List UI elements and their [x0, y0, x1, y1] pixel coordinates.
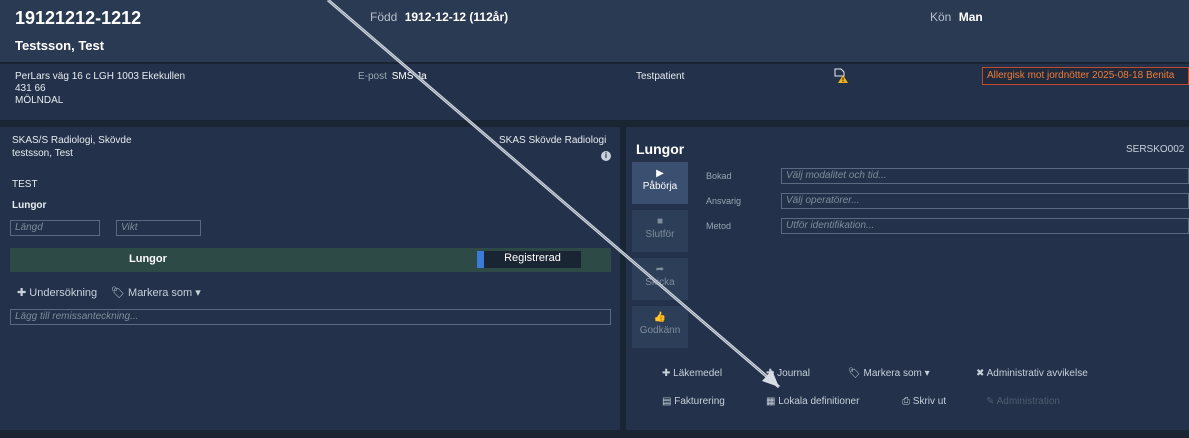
responsible-label: Ansvarig [706, 196, 742, 206]
admin-deviation-button[interactable]: ✖ Administrativ avvikelse [976, 368, 1088, 379]
status-badge: Registrerad [477, 251, 581, 268]
local-definitions-button[interactable]: ▦ Lokala definitioner [766, 396, 859, 407]
caret-down-icon: ▾ [924, 368, 930, 379]
send-button[interactable]: ➦ Skicka [632, 258, 688, 300]
operators-field[interactable]: Välj operatörer... [781, 193, 1189, 209]
exam-heading: Lungor [12, 200, 47, 211]
birth-date: Född 1912-12-12 (112år) [370, 10, 508, 24]
exam-panel: Lungor SERSKO002 ▶ Påbörja ■ Slutför ➦ Skic… [626, 127, 1189, 430]
identification-field[interactable]: Utför identifikation... [781, 218, 1189, 234]
referral-panel: SKAS/S Radiologi, Skövde testsson, Test … [0, 127, 620, 430]
billing-icon: ▤ [662, 396, 672, 407]
admin-deviation-label: Administrativ avvikelse [986, 368, 1088, 379]
method-label: Metod [706, 221, 732, 231]
gender: Kön Man [930, 10, 983, 24]
modality-time-field[interactable]: Välj modalitet och tid... [781, 168, 1189, 184]
journal-button[interactable]: ✚ Journal [766, 368, 810, 379]
referral-text: TEST [12, 179, 38, 190]
billing-button[interactable]: ▤ Fakturering [662, 396, 725, 407]
plus-icon: ✚ [662, 368, 671, 379]
start-label: Påbörja [642, 181, 678, 192]
stop-icon: ■ [656, 216, 664, 227]
booked-label: Bokad [706, 171, 732, 181]
info-icon[interactable]: i [601, 151, 611, 161]
warning-document-icon[interactable] [833, 68, 849, 84]
plus-icon: ✚ [17, 287, 27, 299]
allergy-warning[interactable]: Allergisk mot jordnötter 2025-08-18 Beni… [982, 67, 1189, 85]
patient-address: PerLars väg 16 c LGH 1003 Ekekullen 431 … [15, 71, 185, 107]
administration-label: Administration [996, 396, 1060, 407]
contact-preferences: E-post SMS Ja [358, 71, 427, 82]
sms-label: SMS Ja [391, 71, 427, 82]
share-icon: ➦ [655, 264, 665, 275]
address-city: MÖLNDAL [15, 95, 64, 106]
height-input[interactable]: Längd [10, 220, 100, 236]
patient-header: 19121212-1212 Testsson, Test Född 1912-1… [0, 0, 1189, 62]
performing-clinic: SKAS Skövde Radiologi [499, 135, 607, 146]
weight-input[interactable]: Vikt [116, 220, 201, 236]
mark-as-label: Markera som [128, 287, 193, 299]
email-label: E-post [358, 71, 387, 82]
edit-icon: ✎ [986, 396, 995, 407]
mark-as-right-label: Markera som [863, 368, 922, 379]
referring-clinic: SKAS/S Radiologi, Skövde [12, 135, 132, 146]
add-examination-label: Undersökning [29, 287, 98, 299]
play-icon: ▶ [656, 168, 664, 179]
medication-label: Läkemedel [673, 368, 723, 379]
add-examination-button[interactable]: ✚ Undersökning [17, 286, 97, 299]
testpatient-label: Testpatient [636, 71, 685, 82]
billing-label: Fakturering [674, 396, 725, 407]
caret-down-icon: ▾ [195, 287, 201, 299]
print-icon: ⎙ [902, 396, 910, 407]
gender-label: Kön [930, 10, 952, 24]
print-button[interactable]: ⎙ Skriv ut [902, 396, 946, 407]
start-button[interactable]: ▶ Påbörja [632, 162, 688, 204]
referral-patient-name: testsson, Test [12, 148, 73, 159]
birth-label: Född [370, 10, 398, 24]
journal-label: Journal [777, 368, 810, 379]
patient-name: Testsson, Test [15, 38, 105, 53]
gender-value: Man [958, 10, 983, 24]
tag-icon: 🏷 [111, 287, 125, 299]
mark-as-dropdown-right[interactable]: 🏷 Markera som ▾ [848, 368, 930, 379]
referral-note-input[interactable]: Lägg till remissanteckning... [10, 309, 611, 325]
tag-icon: 🏷 [848, 368, 861, 379]
exam-row[interactable]: Lungor Registrerad [10, 248, 611, 272]
finish-label: Slutför [645, 229, 675, 240]
plus-icon: ✚ [766, 368, 775, 379]
approve-label: Godkänn [639, 325, 681, 336]
exam-title: Lungor [636, 141, 685, 157]
calendar-icon: ▦ [766, 396, 776, 407]
close-icon: ✖ [976, 368, 985, 379]
send-label: Skicka [645, 277, 675, 288]
approve-button[interactable]: 👍 Godkänn [632, 306, 688, 348]
print-label: Skriv ut [912, 396, 947, 407]
finish-button[interactable]: ■ Slutför [632, 210, 688, 252]
birth-value: 1912-12-12 (112år) [404, 10, 509, 24]
exam-row-name: Lungor [129, 253, 167, 265]
address-street: PerLars väg 16 c LGH 1003 Ekekullen [15, 71, 186, 82]
exam-code: SERSKO002 [1126, 144, 1185, 155]
thumbs-up-icon: 👍 [653, 312, 667, 323]
address-zip: 431 66 [15, 83, 46, 94]
personnummer: 19121212-1212 [15, 8, 142, 28]
mark-as-dropdown[interactable]: 🏷 Markera som ▾ [111, 286, 201, 299]
patient-info-bar: PerLars väg 16 c LGH 1003 Ekekullen 431 … [0, 64, 1189, 120]
administration-button[interactable]: ✎ Administration [986, 396, 1060, 407]
local-definitions-label: Lokala definitioner [778, 396, 860, 407]
medication-button[interactable]: ✚ Läkemedel [662, 368, 722, 379]
